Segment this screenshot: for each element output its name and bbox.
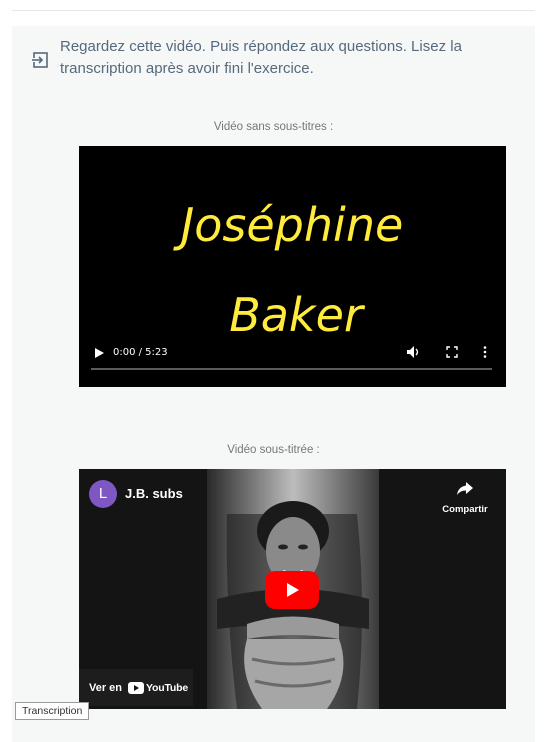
volume-icon[interactable] <box>406 345 420 359</box>
watch-on-label: Ver en <box>89 681 123 694</box>
video-time: 0:00 / 5:23 <box>113 347 168 358</box>
top-divider <box>12 10 535 11</box>
video-progress-bar[interactable] <box>91 368 492 370</box>
video-title-line1: Joséphine <box>173 198 404 252</box>
login-arrow-icon <box>31 52 48 68</box>
youtube-logo-icon <box>128 681 145 694</box>
play-icon[interactable] <box>93 346 107 360</box>
share-arrow-icon <box>457 482 473 495</box>
exercise-panel: Regardez cette vidéo. Puis répondez aux … <box>12 26 535 742</box>
instruction-text: Regardez cette vidéo. Puis répondez aux … <box>60 38 462 77</box>
video-title-line2: Baker <box>229 288 366 342</box>
watch-on-youtube-button[interactable]: Ver en YouTube <box>79 669 193 706</box>
transcription-button[interactable]: Transcription <box>15 702 90 720</box>
video-player-no-subtitles[interactable]: Joséphine Baker 0:00 / 5:23 <box>79 146 506 387</box>
share-button[interactable]: Compartir <box>440 481 490 517</box>
instruction-block: Regardez cette vidéo. Puis répondez aux … <box>30 36 520 80</box>
youtube-logo: YouTube <box>128 681 188 694</box>
youtube-play-icon[interactable] <box>265 571 319 609</box>
fullscreen-icon[interactable] <box>445 345 459 359</box>
channel-avatar[interactable]: L <box>89 480 117 508</box>
share-label: Compartir <box>442 504 488 515</box>
more-options-icon[interactable] <box>481 345 489 359</box>
channel-name[interactable]: J.B. subs <box>125 486 183 501</box>
video-controls: 0:00 / 5:23 <box>79 336 506 376</box>
video2-caption: Vidéo sous-titrée : <box>227 444 320 456</box>
youtube-embed-subtitled[interactable]: L J.B. subs Compartir Ver en YouTube <box>79 469 506 709</box>
youtube-logo-text: YouTube <box>146 681 188 694</box>
video1-caption: Vidéo sans sous-titres : <box>213 121 334 133</box>
